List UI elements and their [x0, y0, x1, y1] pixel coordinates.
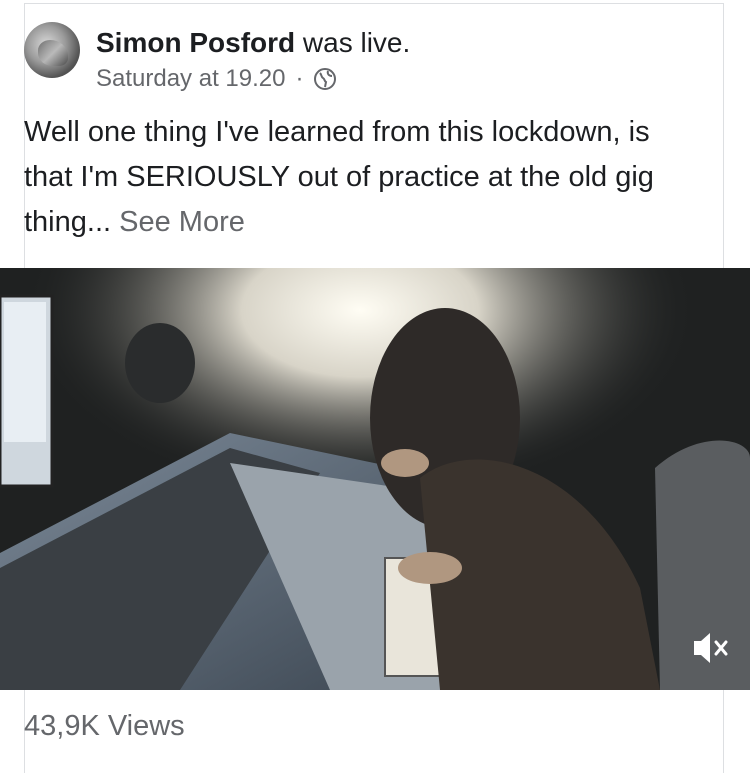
see-more-link[interactable]: See More — [119, 206, 245, 238]
post-text-block: Well one thing I've learned from this lo… — [24, 110, 664, 245]
post-meta: Simon Posford was live. Saturday at 19.2… — [96, 26, 410, 94]
post-header: Simon Posford was live. Saturday at 19.2… — [24, 22, 410, 94]
avatar[interactable] — [24, 22, 80, 78]
mute-button[interactable] — [684, 624, 736, 676]
author-line: Simon Posford was live. — [96, 26, 410, 60]
post-action: was live. — [302, 27, 411, 58]
video-frame — [0, 268, 750, 690]
globe-icon — [313, 67, 337, 91]
separator-dot: · — [295, 65, 304, 92]
views-count: 43,9K Views — [24, 710, 185, 742]
post-timestamp[interactable]: Saturday at 19.20 — [96, 64, 285, 94]
video-player[interactable] — [0, 268, 750, 690]
author-name[interactable]: Simon Posford — [96, 27, 295, 58]
time-line: Saturday at 19.20 · — [96, 64, 410, 94]
muted-speaker-icon — [688, 626, 732, 675]
